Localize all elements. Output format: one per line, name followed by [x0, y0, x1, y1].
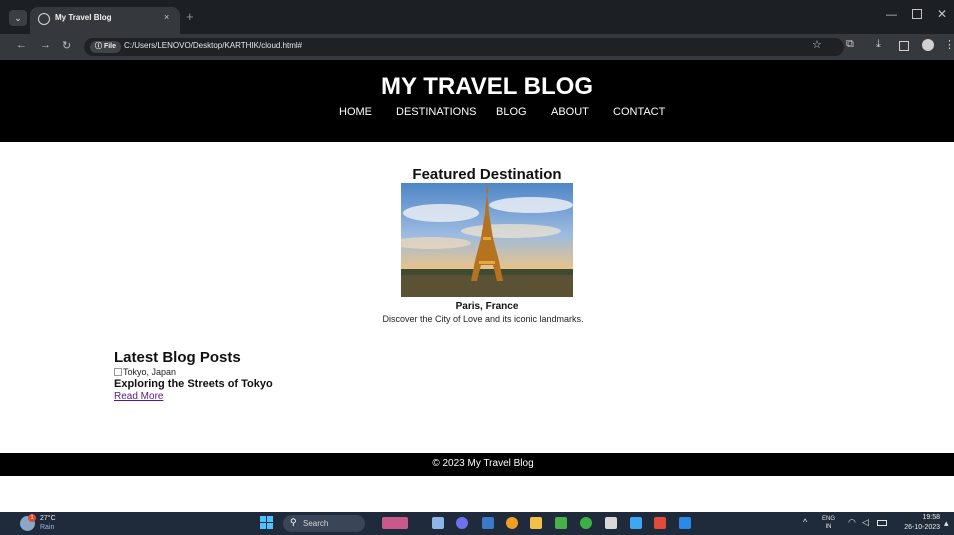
globe-icon [38, 13, 50, 25]
xbox-icon[interactable] [580, 517, 592, 529]
extensions-icon[interactable]: ⧉ [846, 38, 854, 51]
widgets-app-icon[interactable] [382, 517, 408, 529]
maximize-icon[interactable] [912, 9, 922, 19]
side-panel-icon[interactable] [899, 41, 909, 51]
git-app-icon[interactable] [654, 517, 666, 529]
back-icon[interactable]: ← [16, 39, 27, 51]
vscode-icon[interactable] [630, 517, 642, 529]
chat-app-icon[interactable] [456, 517, 468, 529]
post-image-alt: Tokyo, Japan [123, 367, 177, 377]
featured-caption: Paris, France [455, 301, 519, 312]
new-tab-icon[interactable]: + [186, 9, 194, 24]
weather-badge: 1 [28, 514, 36, 522]
site-info-chip[interactable]: ⓘ File [90, 41, 122, 53]
notepad-app-icon[interactable] [679, 517, 691, 529]
taskbar-search[interactable]: ⚲ Search [283, 515, 365, 532]
screen: ⌄ My Travel Blog × + — ✕ ← → ↻ ⓘ File C:… [0, 0, 954, 535]
nav-link-about[interactable]: ABOUT [551, 106, 589, 118]
address-bar[interactable]: ⓘ File C:/Users/LENOVO/Desktop/KARTHIK/c… [84, 38, 844, 56]
language-secondary: IN [825, 524, 832, 530]
sheets-app-icon[interactable] [555, 517, 567, 529]
file-explorer-icon[interactable] [432, 517, 444, 529]
url-text[interactable]: C:/Users/LENOVO/Desktop/KARTHIK/cloud.ht… [124, 41, 302, 50]
windows-start-icon[interactable] [260, 516, 274, 530]
eiffel-tower-photo [401, 183, 573, 297]
more-menu-icon[interactable]: ⋮ [944, 38, 954, 51]
site-footer: © 2023 My Travel Blog [0, 453, 954, 476]
profile-icon[interactable] [922, 39, 934, 51]
search-icon: ⚲ [290, 517, 297, 527]
browser-tab-strip: ⌄ My Travel Blog × + — ✕ [0, 0, 954, 34]
chrome-icon[interactable] [506, 517, 518, 529]
window-close-icon[interactable]: ✕ [937, 7, 947, 21]
forward-icon[interactable]: → [40, 39, 51, 51]
language-primary: ENG [822, 516, 836, 522]
site-title: MY TRAVEL BLOG [380, 73, 593, 100]
tab-close-icon[interactable]: × [164, 12, 169, 22]
minimize-icon[interactable]: — [886, 9, 897, 21]
folder-icon[interactable] [530, 517, 542, 529]
browser-toolbar: ← → ↻ ⓘ File C:/Users/LENOVO/Desktop/KAR… [0, 34, 954, 60]
weather-condition[interactable]: Rain [40, 524, 54, 531]
nav-link-home[interactable]: HOME [339, 106, 372, 118]
battery-icon[interactable] [877, 520, 887, 526]
calendar-app-icon[interactable] [482, 517, 494, 529]
download-icon[interactable]: ⤓ [876, 38, 881, 51]
weather-temperature[interactable]: 27°C [40, 515, 56, 522]
wifi-icon[interactable]: ◠ [848, 517, 856, 528]
clock-date[interactable]: 26-10-2023 [894, 524, 940, 531]
notification-bell-icon[interactable]: ▴ [944, 518, 949, 529]
site-header: MY TRAVEL BLOG HOME DESTINATIONS BLOG AB… [0, 60, 954, 142]
featured-heading: Featured Destination [412, 166, 562, 183]
store-app-icon[interactable] [605, 517, 617, 529]
language-indicator[interactable]: ENG IN [822, 515, 835, 531]
post-title: Exploring the Streets of Tokyo [114, 378, 273, 390]
tab-search-icon[interactable]: ⌄ [9, 10, 27, 26]
volume-icon[interactable]: ◁ [862, 517, 869, 528]
search-placeholder: Search [303, 519, 329, 528]
footer-text: © 2023 My Travel Blog [432, 458, 534, 469]
nav-link-blog[interactable]: BLOG [496, 106, 527, 118]
broken-image-icon [114, 368, 122, 376]
site-nav: HOME DESTINATIONS BLOG ABOUT CONTACT [0, 106, 954, 122]
featured-description: Discover the City of Love and its iconic… [382, 314, 584, 324]
taskbar: 1 27°C Rain ⚲ Search ^ ENG IN ◠ ◁ 19:58 [0, 512, 954, 535]
reload-icon[interactable]: ↻ [62, 39, 71, 52]
tray-chevron-icon[interactable]: ^ [803, 517, 807, 527]
browser-tab-active[interactable]: My Travel Blog × [30, 7, 180, 34]
nav-link-destinations[interactable]: DESTINATIONS [396, 106, 476, 118]
bookmark-star-icon[interactable]: ☆ [812, 38, 822, 51]
read-more-link[interactable]: Read More [114, 391, 163, 402]
latest-posts-heading: Latest Blog Posts [114, 349, 241, 366]
featured-destination-image [401, 183, 573, 297]
post-image: Tokyo, Japan [114, 367, 176, 377]
clock-time[interactable]: 19:58 [900, 514, 940, 521]
nav-link-contact[interactable]: CONTACT [613, 106, 665, 118]
tab-title: My Travel Blog [55, 13, 112, 22]
